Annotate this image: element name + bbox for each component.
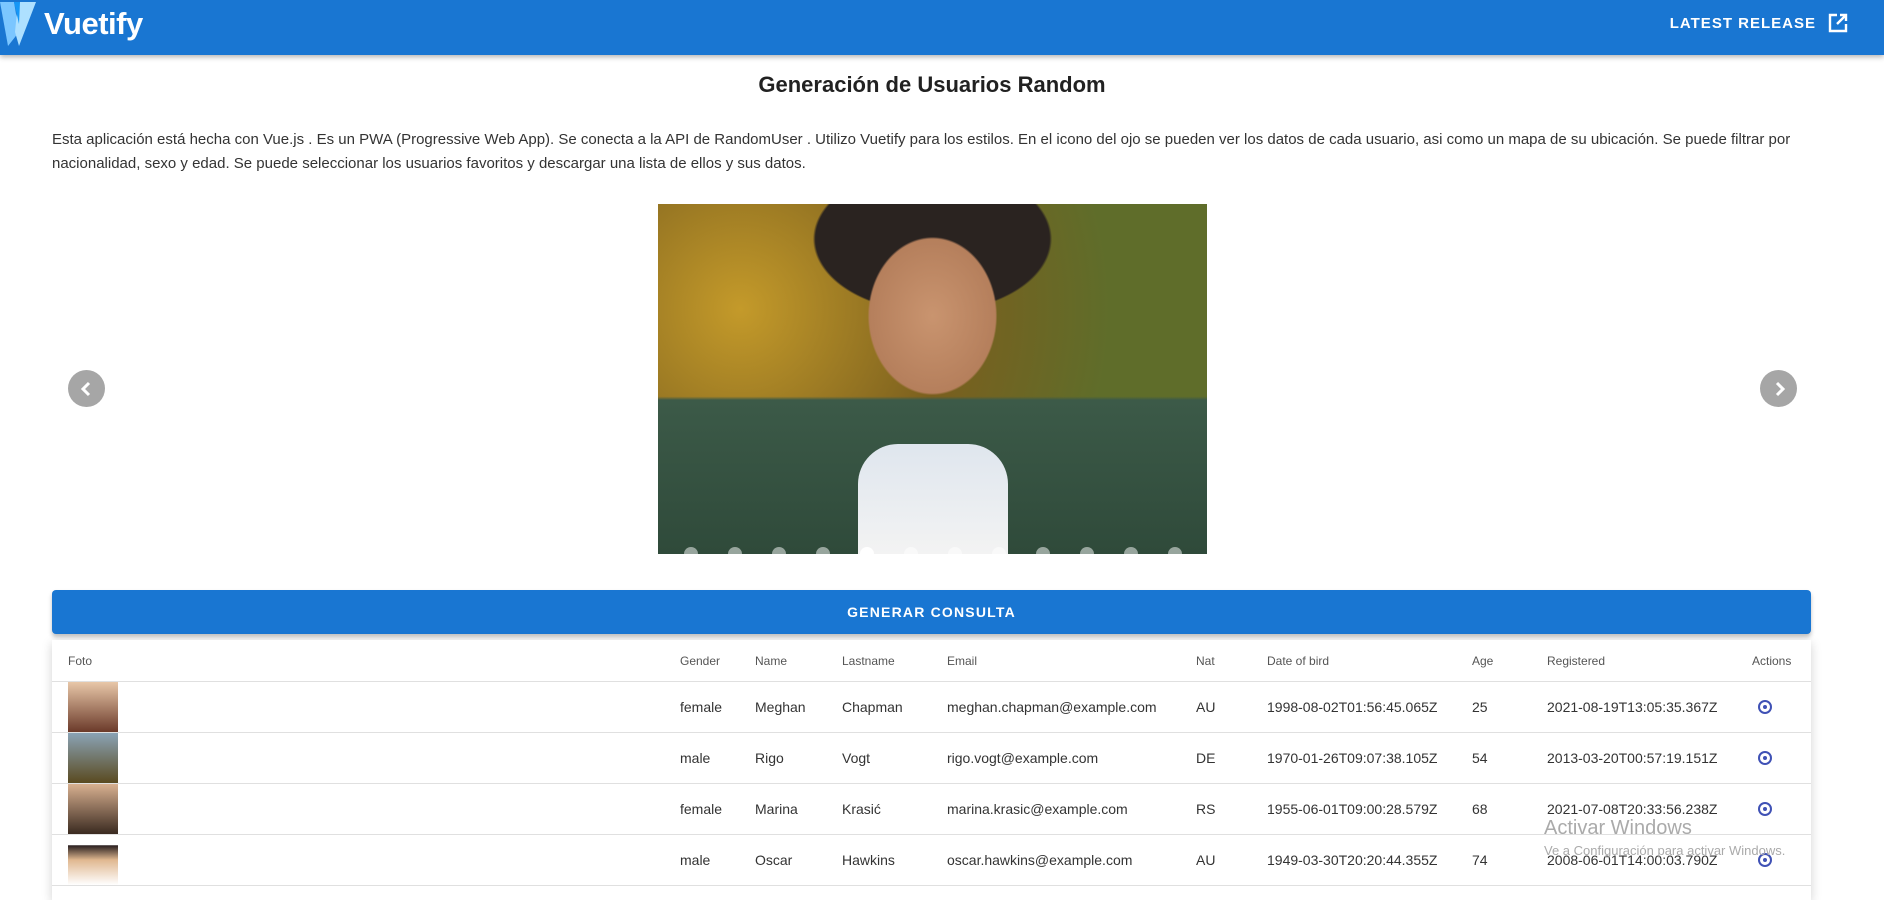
header-foto[interactable]: Foto — [68, 654, 92, 668]
header-nat[interactable]: Nat — [1196, 654, 1215, 668]
cell-dob: 1970-01-26T09:07:38.105Z — [1267, 750, 1438, 766]
cell-gender: female — [680, 801, 723, 817]
carousel-dot[interactable] — [948, 547, 962, 554]
eye-icon — [1758, 751, 1772, 765]
latest-release-button[interactable]: LATEST RELEASE — [1670, 0, 1848, 46]
vuetify-logo-icon — [0, 2, 36, 46]
cell-registered: 2021-08-19T13:05:35.367Z — [1547, 699, 1718, 715]
cell-nat: RS — [1196, 801, 1216, 817]
cell-email: rigo.vogt@example.com — [947, 750, 1099, 766]
carousel-dot[interactable] — [992, 547, 1006, 554]
carousel-dot[interactable] — [816, 547, 830, 554]
header-email[interactable]: Email — [947, 654, 977, 668]
generate-query-button[interactable]: GENERAR CONSULTA — [52, 590, 1811, 634]
cell-lastname: Chapman — [842, 699, 903, 715]
cell-email: oscar.hawkins@example.com — [947, 852, 1133, 868]
header-name[interactable]: Name — [755, 654, 787, 668]
header-date-of-birth[interactable]: Date of bird — [1267, 654, 1329, 668]
cell-nat: AU — [1196, 699, 1216, 715]
table-row: male Rigo Vogt rigo.vogt@example.com DE 1970-… — [52, 733, 1811, 784]
view-user-button[interactable] — [1758, 802, 1772, 816]
cell-lastname: Krasić — [842, 801, 881, 817]
header-age[interactable]: Age — [1472, 654, 1493, 668]
header-lastname[interactable]: Lastname — [842, 654, 895, 668]
carousel-photo — [858, 444, 1008, 554]
header-gender[interactable]: Gender — [680, 654, 720, 668]
cell-lastname: Vogt — [842, 750, 871, 766]
description: Esta aplicación está hecha con Vue.js . … — [52, 131, 1791, 172]
cell-gender: male — [680, 750, 711, 766]
cell-gender: female — [680, 699, 723, 715]
eye-icon — [1758, 802, 1772, 816]
cell-name: Oscar — [755, 852, 793, 868]
users-table: Foto Gender Name Lastname Email Nat Date… — [52, 640, 1811, 900]
cell-dob: 1955-06-01T09:00:28.579Z — [1267, 801, 1438, 817]
cell-nat: AU — [1196, 852, 1216, 868]
user-avatar — [68, 733, 118, 783]
cell-name: Marina — [755, 801, 798, 817]
chevron-left-icon — [80, 381, 90, 396]
cell-age: 74 — [1472, 852, 1488, 868]
carousel-dot[interactable] — [728, 547, 742, 554]
brand-title: Vuetify — [44, 6, 143, 41]
header-actions: Actions — [1752, 653, 1792, 668]
eye-icon — [1758, 700, 1772, 714]
carousel-dot[interactable] — [1080, 547, 1094, 554]
cell-name: Rigo — [755, 750, 784, 766]
windows-watermark-subtitle: Ve a Configuración para activar Windows. — [1544, 843, 1786, 858]
page-title: Generación de Usuarios Random — [758, 72, 1106, 97]
carousel-dot[interactable] — [860, 547, 874, 554]
carousel-dot[interactable] — [1036, 547, 1050, 554]
open-in-new-icon — [1828, 13, 1848, 33]
cell-age: 68 — [1472, 801, 1488, 817]
latest-release-label: LATEST RELEASE — [1669, 14, 1816, 32]
carousel-dot[interactable] — [1168, 547, 1182, 554]
carousel-next-button[interactable] — [1760, 370, 1797, 407]
carousel-dot[interactable] — [904, 547, 918, 554]
view-user-button[interactable] — [1758, 751, 1772, 765]
cell-lastname: Hawkins — [842, 852, 895, 868]
cell-dob: 1949-03-30T20:20:44.355Z — [1267, 852, 1438, 868]
cell-registered: 2013-03-20T00:57:19.151Z — [1547, 750, 1718, 766]
carousel-dot[interactable] — [772, 547, 786, 554]
chevron-right-icon — [1775, 381, 1785, 396]
cell-email: meghan.chapman@example.com — [947, 699, 1157, 715]
cell-age: 54 — [1472, 750, 1488, 766]
user-avatar — [68, 784, 118, 834]
table-row: female Meghan Chapman meghan.chapman@exampl… — [52, 682, 1811, 733]
user-avatar — [68, 682, 118, 732]
cell-name: Meghan — [755, 699, 806, 715]
carousel-dot[interactable] — [684, 547, 698, 554]
windows-watermark-title: Activar Windows — [1544, 817, 1692, 839]
header-registered[interactable]: Registered — [1547, 654, 1605, 668]
cell-email: marina.krasic@example.com — [947, 801, 1128, 817]
view-user-button[interactable] — [1758, 700, 1772, 714]
cell-nat: DE — [1196, 750, 1216, 766]
cell-registered: 2021-07-08T20:33:56.238Z — [1547, 801, 1718, 817]
carousel-prev-button[interactable] — [68, 370, 105, 407]
app-bar: Vuetify LATEST RELEASE — [0, 0, 1884, 55]
cell-dob: 1998-08-02T01:56:45.065Z — [1267, 699, 1438, 715]
cell-gender: male — [680, 852, 711, 868]
table-header: Foto Gender Name Lastname Email Nat Date… — [52, 640, 1811, 682]
user-photo-carousel[interactable] — [658, 204, 1207, 554]
carousel-delimiters — [684, 547, 1182, 554]
cell-age: 25 — [1472, 699, 1488, 715]
carousel-dot[interactable] — [1124, 547, 1138, 554]
